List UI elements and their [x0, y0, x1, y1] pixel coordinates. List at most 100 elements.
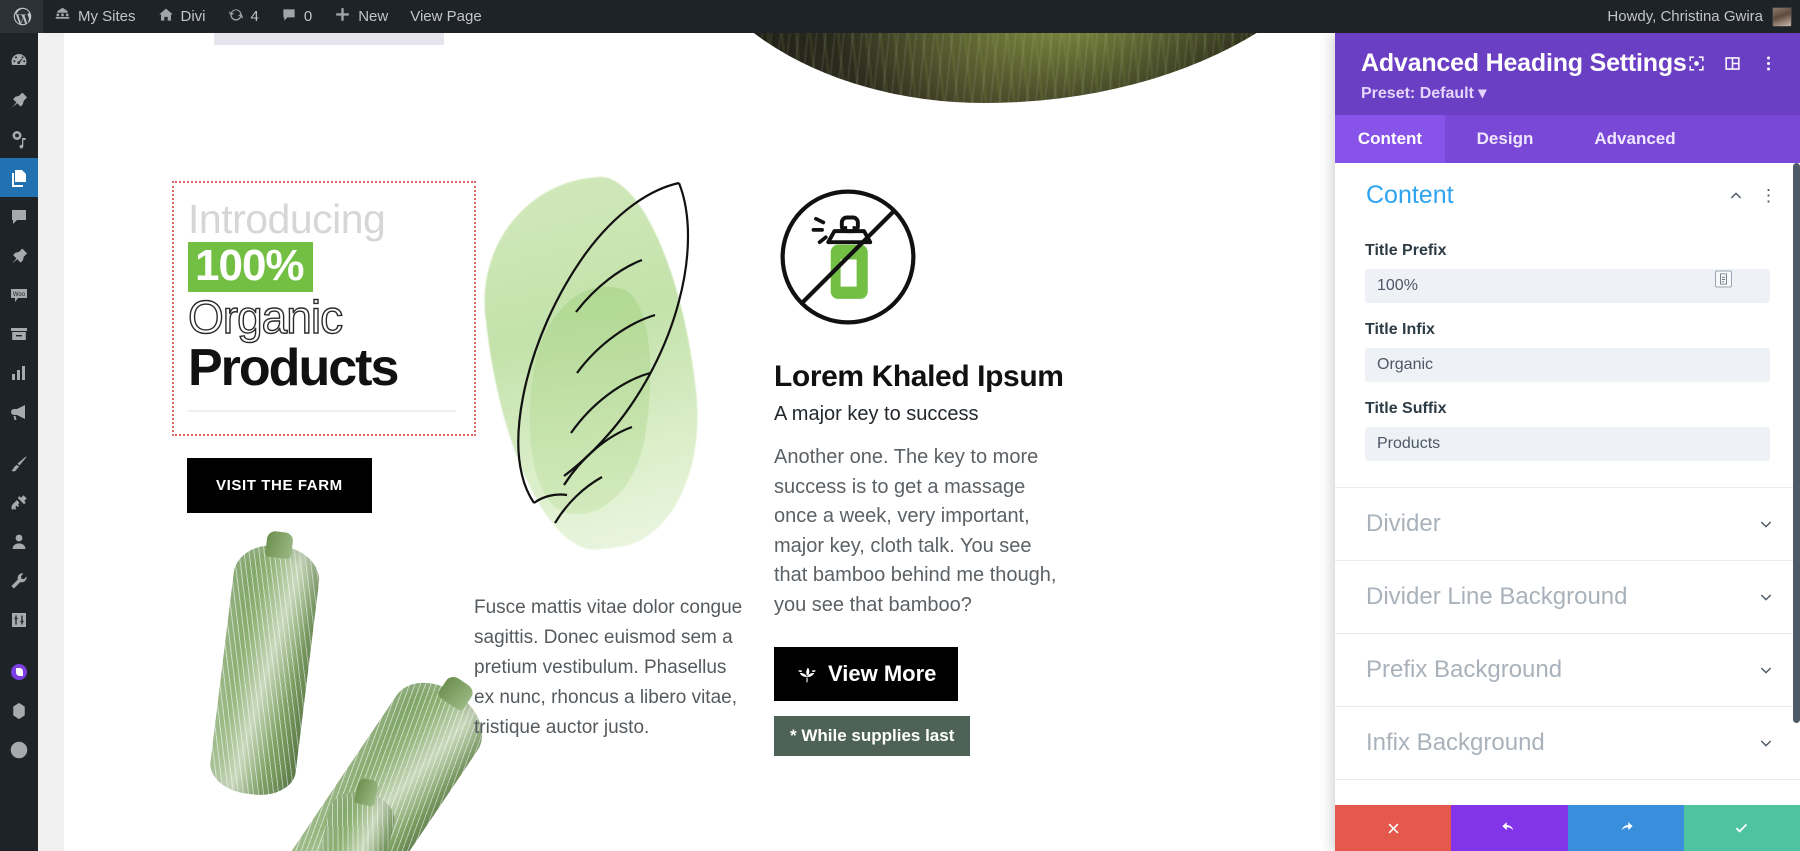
paintbrush-icon [11, 456, 27, 471]
module-settings-panel: Advanced Heading Settings Preset: Defaul… [1335, 33, 1800, 851]
heading-intro-text: Introducing [188, 196, 386, 242]
sidebar-item-divi-theme[interactable] [0, 730, 38, 769]
leaf-illustration [470, 165, 744, 565]
title-suffix-input[interactable]: Products [1365, 427, 1770, 461]
kebab-menu-icon[interactable] [1759, 54, 1778, 73]
preset-label: Preset: Default [1361, 85, 1474, 102]
sidebar-item-users[interactable] [0, 522, 38, 561]
pin-icon [12, 248, 28, 263]
admin-bar-updates[interactable]: 4 [217, 0, 270, 33]
sidebar-item-divi[interactable] [0, 652, 38, 691]
wordpress-logo-icon[interactable] [0, 0, 43, 33]
pin-icon [12, 92, 28, 107]
tab-design[interactable]: Design [1445, 115, 1565, 163]
admin-bar-site-name[interactable]: Divi [147, 0, 217, 33]
sliders-icon [12, 612, 26, 627]
field-title-suffix: Title Suffix Products [1335, 382, 1800, 461]
admin-bar-view-page-label: View Page [410, 8, 482, 25]
field-title-suffix-label: Title Suffix [1365, 400, 1447, 417]
advanced-heading-module[interactable]: Introducing 100% Organic Products [172, 181, 476, 436]
redo-icon [1621, 821, 1633, 830]
title-infix-input[interactable]: Organic [1365, 348, 1770, 382]
undo-button[interactable] [1451, 805, 1568, 851]
avatar [1772, 6, 1792, 27]
preset-selector[interactable]: Preset: Default ▾ [1361, 83, 1782, 103]
tab-content[interactable]: Content [1335, 115, 1445, 163]
heading-divider-line [188, 409, 456, 412]
admin-bar-my-sites[interactable]: My Sites [43, 0, 147, 33]
sidebar-item-plugins[interactable] [0, 483, 38, 522]
sidebar-divider [0, 639, 38, 652]
panel-scrollbar[interactable] [1793, 163, 1800, 723]
section-divider-line-background-toggle[interactable]: Divider Line Background [1335, 561, 1800, 634]
admin-bar-comments-count: 0 [303, 8, 313, 25]
layout-columns-icon[interactable] [1723, 54, 1742, 73]
redo-button[interactable] [1567, 805, 1684, 851]
save-button[interactable] [1683, 805, 1800, 851]
middle-paragraph: Fusce mattis vitae dolor congue sagittis… [474, 597, 743, 739]
admin-bar-site-name-label: Divi [180, 8, 206, 25]
sidebar-item-projects[interactable] [0, 236, 38, 275]
heading-prefix-wrap: 100% [188, 241, 456, 293]
home-icon [158, 7, 174, 26]
svg-text:Woo: Woo [13, 292, 26, 298]
sidebar-item-woocommerce[interactable]: Woo [0, 275, 38, 314]
panel-footer-actions [1335, 805, 1800, 851]
chevron-down-icon [1760, 667, 1772, 674]
section-divider-label: Divider [1366, 510, 1441, 537]
leaf-outline-icon [517, 181, 690, 524]
sidebar-item-marketing[interactable] [0, 392, 38, 431]
sidebar-item-products[interactable] [0, 314, 38, 353]
admin-bar-updates-count: 4 [250, 8, 259, 25]
visit-the-farm-button[interactable]: VISIT THE FARM [187, 457, 372, 513]
focus-target-icon[interactable] [1687, 54, 1706, 73]
section-prefix-background-label: Prefix Background [1366, 656, 1563, 683]
chevron-up-icon[interactable] [1728, 188, 1744, 204]
woo-icon: Woo [11, 288, 27, 302]
discard-changes-button[interactable] [1335, 805, 1452, 851]
right-body: Another one. The key to more success is … [774, 446, 1057, 616]
section-infix-background-toggle[interactable]: Infix Background [1335, 707, 1800, 780]
section-divider-toggle[interactable]: Divider [1335, 488, 1800, 561]
checkmark-icon [1736, 823, 1748, 833]
title-prefix-input[interactable]: 100% [1365, 269, 1770, 303]
top-placeholder-strip [214, 33, 444, 45]
sidebar-item-comments[interactable] [0, 197, 38, 236]
sidebar-item-tools[interactable] [0, 561, 38, 600]
panel-title: Advanced Heading Settings [1361, 49, 1687, 77]
sidebar-item-pages[interactable] [0, 158, 38, 197]
view-more-button[interactable]: View More [774, 646, 959, 701]
sidebar-item-extra[interactable] [0, 691, 38, 730]
content-section-header[interactable]: Content ⋮ [1335, 163, 1800, 224]
section-prefix-background-toggle[interactable]: Prefix Background [1335, 634, 1800, 707]
dynamic-content-icon[interactable] [1715, 270, 1732, 288]
media-icon [12, 130, 26, 149]
sidebar-item-analytics[interactable] [0, 353, 38, 392]
admin-bar-new-content[interactable]: New [323, 0, 399, 33]
updates-icon [228, 7, 244, 27]
admin-bar-comments[interactable]: 0 [270, 0, 323, 33]
d-circle-icon [10, 741, 28, 758]
kebab-menu-icon[interactable]: ⋮ [1760, 187, 1778, 204]
comments-icon [281, 7, 297, 27]
sidebar-item-settings[interactable] [0, 600, 38, 639]
right-title: Lorem Khaled Ipsum [774, 360, 1064, 393]
multisite-icon [54, 6, 71, 27]
tab-advanced[interactable]: Advanced [1565, 115, 1705, 163]
panel-tabs: Content Design Advanced [1335, 115, 1800, 163]
field-title-prefix: Title Prefix 100% [1335, 224, 1800, 303]
pages-icon [12, 169, 26, 187]
sidebar-item-appearance[interactable] [0, 444, 38, 483]
sidebar-item-media[interactable] [0, 119, 38, 158]
admin-bar-view-page[interactable]: View Page [399, 0, 492, 33]
admin-bar-my-sites-label: My Sites [78, 8, 136, 25]
close-x-icon [1388, 823, 1399, 833]
section-divider-line-background-label: Divider Line Background [1366, 583, 1628, 610]
sidebar-item-dashboard[interactable] [0, 41, 38, 80]
field-title-infix: Title Infix Organic [1335, 303, 1800, 382]
supplies-badge[interactable]: * While supplies last [774, 715, 971, 756]
admin-bar-account[interactable]: Howdy, Christina Gwira [1607, 6, 1800, 27]
zucchini-1 [207, 540, 323, 800]
sidebar-item-posts[interactable] [0, 80, 38, 119]
plug-icon [11, 494, 27, 510]
